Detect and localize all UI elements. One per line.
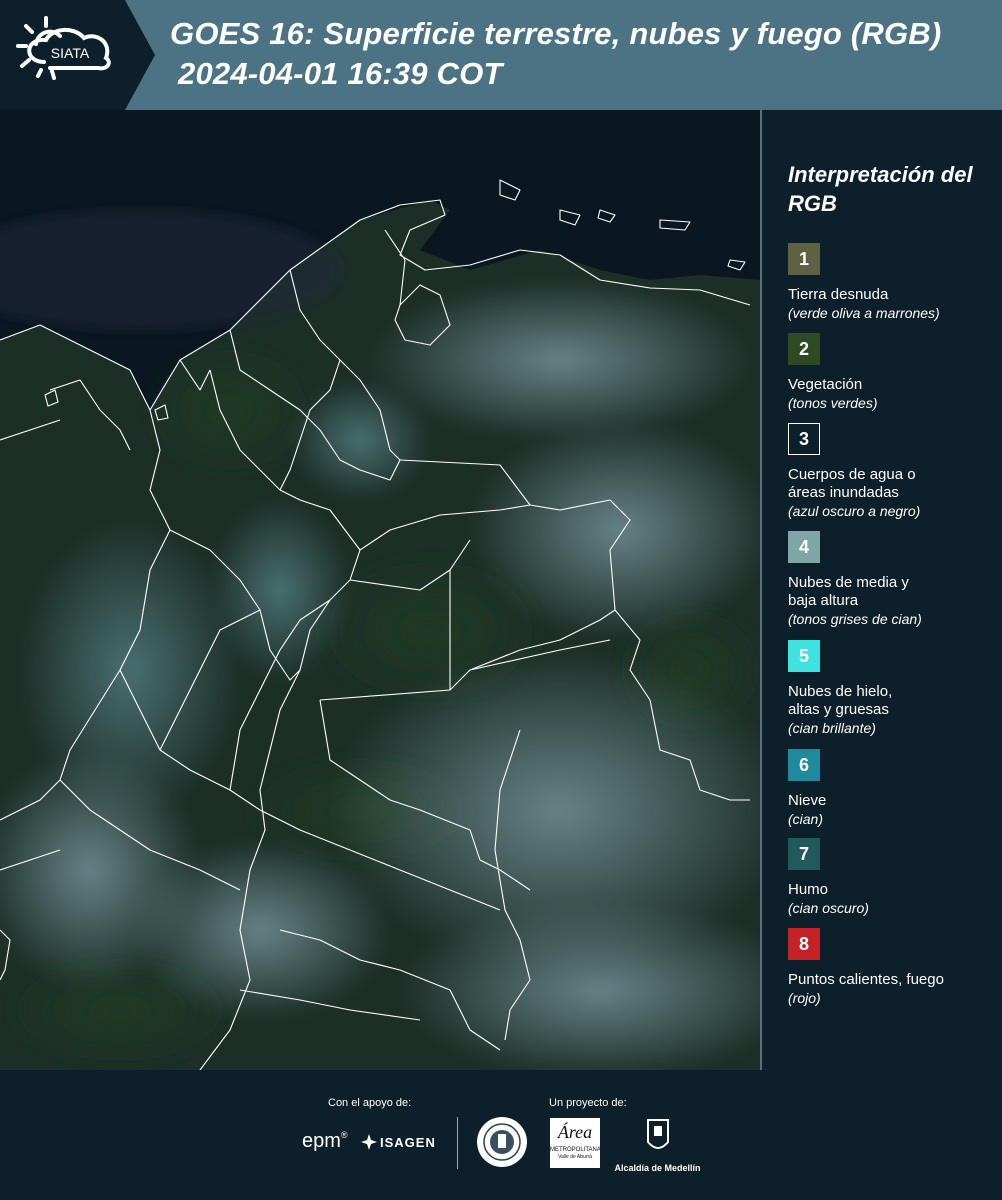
legend-item-7: 7 Humo (cian oscuro) — [788, 838, 998, 917]
legend-swatch-5: 5 — [788, 640, 820, 672]
legend-description-4: (tonos grises de cian) — [788, 611, 922, 627]
legend-label-4: Nubes de media y baja altura — [788, 574, 909, 609]
area-logo-tagline: Valle de Aburrá — [558, 1154, 592, 1160]
legend-swatch-3: 3 — [788, 423, 820, 455]
project-caption: Un proyecto de: — [549, 1097, 627, 1109]
area-metropolitana-logo[interactable]: Área METROPOLITANA Valle de Aburrá — [550, 1118, 601, 1168]
legend-title: Interpretación del RGB — [788, 162, 973, 216]
satellite-map[interactable] — [0, 110, 762, 1070]
legend-item-8: 8 Puntos calientes, fuego (rojo) — [788, 928, 998, 1007]
isagen-logo[interactable]: ISAGEN — [360, 1133, 436, 1151]
siata-sun-icon: SIATA — [16, 16, 111, 80]
isagen-logo-text: ISAGEN — [380, 1134, 436, 1150]
svg-text:SIATA: SIATA — [51, 45, 90, 61]
epm-logo-text: epm — [302, 1130, 341, 1152]
legend-item-3: 3 Cuerpos de agua o áreas inundadas (azul … — [788, 423, 998, 520]
legend-label-1: Tierra desnuda — [788, 286, 889, 303]
goes16-rgb-image — [0, 110, 760, 1070]
isagen-mark-icon — [361, 1134, 377, 1150]
legend-description-3: (azul oscuro a negro) — [788, 503, 921, 519]
rgb-legend: Interpretación del RGB 1 Tierra desnuda (v… — [788, 160, 998, 1006]
epm-logo[interactable]: epm® — [302, 1130, 348, 1153]
legend-description-7: (cian oscuro) — [788, 900, 869, 916]
area-logo-text: Área — [557, 1122, 593, 1142]
seal-emblem-icon — [483, 1123, 521, 1161]
page-title: GOES 16: Superficie terrestre, nubes y f… — [170, 16, 942, 51]
alcaldia-logo-text: Alcaldía de Medellín — [614, 1163, 701, 1173]
alcaldia-logo[interactable]: Alcaldía de Medellín — [610, 1118, 705, 1173]
siata-logo[interactable]: SIATA — [0, 0, 155, 110]
support-caption: Con el apoyo de: — [328, 1097, 412, 1109]
legend-label-6: Nieve — [788, 792, 827, 809]
legend-swatch-4: 4 — [788, 531, 820, 563]
seal-logo[interactable] — [477, 1117, 527, 1167]
header-bar: SIATA GOES 16: Superficie terrestre, nub… — [0, 0, 1002, 110]
legend-swatch-1: 1 — [788, 243, 820, 275]
legend-label-5: Nubes de hielo, altas y gruesas — [788, 683, 893, 718]
legend-label-8: Puntos calientes, fuego — [788, 971, 944, 988]
legend-item-6: 6 Nieve (cian) — [788, 749, 998, 828]
legend-item-1: 1 Tierra desnuda (verde oliva a marrones) — [788, 243, 998, 322]
legend-swatch-8: 8 — [788, 928, 820, 960]
legend-description-8: (rojo) — [788, 990, 821, 1006]
legend-swatch-2: 2 — [788, 333, 820, 365]
legend-label-7: Humo — [788, 881, 829, 898]
legend-item-4: 4 Nubes de media y baja altura (tonos gris… — [788, 531, 998, 628]
legend-description-6: (cian) — [788, 811, 824, 827]
page-timestamp: 2024-04-01 16:39 COT — [178, 56, 503, 91]
legend-item-2: 2 Vegetación (tonos verdes) — [788, 333, 998, 412]
legend-label-2: Vegetación — [788, 376, 863, 393]
legend-swatch-6: 6 — [788, 749, 820, 781]
area-logo-subtext: METROPOLITANA — [550, 1147, 601, 1153]
footer-bar: Con el apoyo de: Un proyecto de: epm® IS… — [0, 1070, 1002, 1200]
footer-divider — [457, 1117, 458, 1169]
legend-label-3: Cuerpos de agua o áreas inundadas — [788, 466, 916, 501]
legend-description-2: (tonos verdes) — [788, 395, 878, 411]
legend-item-5: 5 Nubes de hielo, altas y gruesas (cian br… — [788, 640, 998, 737]
legend-description-1: (verde oliva a marrones) — [788, 305, 940, 321]
legend-swatch-7: 7 — [788, 838, 820, 870]
legend-description-5: (cian brillante) — [788, 720, 876, 736]
medellin-shield-icon — [646, 1119, 669, 1149]
